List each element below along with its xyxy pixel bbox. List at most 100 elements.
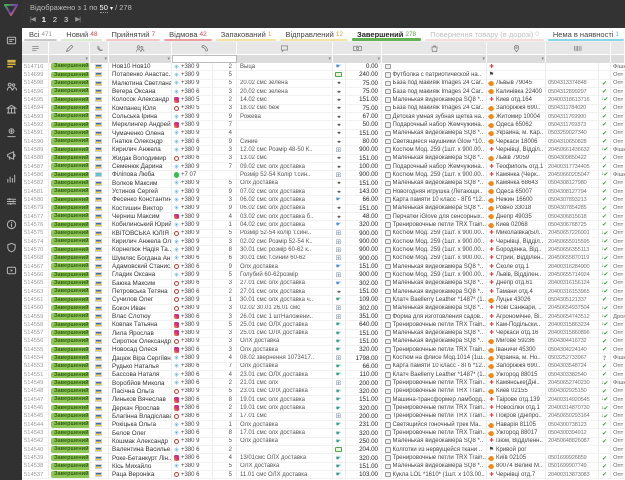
order-row[interactable]: 514587ЗавершенийСеменюк Дарина✳+380 9709…: [22, 163, 625, 171]
status-badge[interactable]: Завершений: [51, 288, 90, 295]
ttn-number[interactable]: 0504300738123: [546, 421, 599, 428]
ttn-number[interactable]: 20400318613716: [546, 96, 599, 103]
ttn-number[interactable]: [546, 446, 599, 453]
order-row[interactable]: 514582ЗавершенийВолков Максим✳+380 95Олх…: [22, 180, 625, 188]
order-id[interactable]: 514592: [22, 121, 49, 128]
client-name[interactable]: Гнатюк Олексндр: [109, 138, 172, 145]
status-badge[interactable]: Завершений: [51, 430, 90, 437]
ttn-number[interactable]: 20400314920545: [546, 396, 599, 403]
order-row[interactable]: 514563ЗавершенийПетровська Тетяна+380 62…: [22, 288, 625, 296]
column-filter-channel-icon[interactable]: ▾: [90, 55, 109, 63]
ttn-number[interactable]: 0504304416732: [546, 338, 599, 345]
order-id[interactable]: 514581: [22, 188, 49, 195]
status-badge[interactable]: Завершений: [51, 113, 90, 120]
order-id[interactable]: 514568: [22, 255, 49, 262]
order-id[interactable]: 514716: [22, 63, 49, 70]
order-id[interactable]: 514546: [22, 404, 49, 411]
order-id[interactable]: 514539: [22, 454, 49, 461]
order-row[interactable]: 514560ЗавершенийБокоч Иван+380 9302.02 3…: [22, 305, 625, 313]
order-id[interactable]: 514575: [22, 230, 49, 237]
client-phone[interactable]: +380 6: [181, 372, 200, 378]
column-header-id-icon[interactable]: [22, 42, 49, 54]
status-badge[interactable]: Завершений: [51, 338, 90, 345]
client-name[interactable]: Філіпова Люба: [109, 171, 172, 178]
first-page-icon[interactable]: |◀: [30, 15, 35, 23]
client-phone[interactable]: +380 9: [181, 422, 200, 428]
order-id[interactable]: 514589: [22, 146, 49, 153]
order-id[interactable]: 514543: [22, 429, 49, 436]
ttn-number[interactable]: 0504304224140: [546, 346, 599, 353]
order-row[interactable]: 514591ЗавершенийЧумаченко Олена✳+380 94◂…: [22, 130, 625, 138]
order-id[interactable]: 514588: [22, 155, 49, 162]
client-phone[interactable]: +380 9: [181, 297, 200, 303]
order-id[interactable]: 514558: [22, 321, 49, 328]
client-phone[interactable]: +380 6: [181, 447, 200, 453]
column-filter-money-icon[interactable]: ▾: [333, 55, 382, 63]
order-row[interactable]: 514557ЗавершенийЛила Ярослав+380 9325.01…: [22, 330, 625, 338]
order-row[interactable]: 514588ЗавершенийЖидак Володимир+380 6313…: [22, 155, 625, 163]
client-name[interactable]: Бокоч Иван: [109, 305, 172, 312]
client-phone[interactable]: +380 6: [181, 89, 200, 95]
ttn-number[interactable]: 20400316284900: [546, 263, 599, 270]
sidebar-orders-icon[interactable]: [0, 52, 22, 75]
client-phone[interactable]: +380 9: [181, 388, 200, 394]
order-id[interactable]: 514576: [22, 221, 49, 228]
ttn-number[interactable]: 0504311769900: [546, 113, 599, 120]
order-id[interactable]: 514582: [22, 180, 49, 187]
ttn-number[interactable]: 20450655714924: [546, 271, 599, 278]
ttn-number[interactable]: 0504306815618: [546, 213, 599, 220]
client-name[interactable]: Шумляс Богдана Ан..: [109, 255, 172, 262]
ttn-number[interactable]: 0503259027340: [546, 130, 599, 137]
client-name[interactable]: Чумаченко Олена: [109, 130, 172, 137]
client-name[interactable]: Деркач Ярослав: [109, 404, 172, 411]
client-name[interactable]: Роке-Бетанкурт Лін..: [109, 454, 172, 461]
order-id[interactable]: 514545: [22, 413, 49, 420]
order-row[interactable]: 514598ЗавершенийМалютина Светлана✳+380 9…: [22, 80, 625, 88]
client-phone[interactable]: +380 9: [181, 214, 200, 220]
status-badge[interactable]: Завершений: [51, 147, 90, 154]
column-filter-ttn-icon[interactable]: [546, 55, 611, 63]
client-phone[interactable]: +380 9: [181, 438, 200, 444]
order-id[interactable]: 514565: [22, 280, 49, 287]
column-filter-people-icon[interactable]: ▾: [109, 55, 172, 63]
order-id[interactable]: 514593: [22, 113, 49, 120]
status-badge[interactable]: Завершений: [51, 388, 90, 395]
client-name[interactable]: Кирилич Анжела: [109, 146, 172, 153]
client-phone[interactable]: +380 6: [181, 455, 200, 461]
column-header-money-icon[interactable]: [333, 42, 382, 54]
ttn-number[interactable]: 20450656355113: [546, 246, 599, 253]
order-id[interactable]: 514566: [22, 271, 49, 278]
status-badge[interactable]: Завершений: [51, 188, 90, 195]
status-badge[interactable]: Завершений: [51, 413, 90, 420]
ttn-number[interactable]: 20400317734405: [546, 163, 599, 170]
order-row[interactable]: 514579ЗавершенийКостишин Виктор✳+380 990…: [22, 205, 625, 213]
tab-Прийнятий[interactable]: Прийнятий7: [104, 28, 162, 41]
client-name[interactable]: Баюка Максим: [109, 280, 172, 287]
ttn-number[interactable]: 0504313374848: [546, 80, 599, 87]
status-badge[interactable]: Завершений: [51, 363, 90, 370]
ttn-number[interactable]: 20400316153965: [546, 288, 599, 295]
order-id[interactable]: 514544: [22, 421, 49, 428]
client-phone[interactable]: +380 9: [181, 114, 200, 120]
order-id[interactable]: 514549: [22, 379, 49, 386]
order-row[interactable]: 514568ЗавершенийШумляс Богдана Ан..✳+380…: [22, 255, 625, 263]
client-phone[interactable]: +380 5: [181, 97, 200, 103]
order-row[interactable]: 514556ЗавершенийСиротюк Олександр+380 93…: [22, 338, 625, 346]
client-name[interactable]: Кобилинський Юрий: [109, 221, 172, 228]
ttn-number[interactable]: 20450657226001: [546, 230, 599, 237]
status-badge[interactable]: Завершений: [51, 455, 90, 462]
order-id[interactable]: 514537: [22, 471, 49, 478]
client-phone[interactable]: +380 6: [181, 314, 200, 320]
client-phone[interactable]: +380 6: [181, 289, 200, 295]
status-badge[interactable]: Завершений: [51, 230, 90, 237]
ttn-number[interactable]: 0504312899297: [546, 88, 599, 95]
tab-Запакований[interactable]: Запакований1: [214, 28, 279, 41]
tab-Відмова[interactable]: Відмова42: [162, 28, 214, 41]
page-button-1[interactable]: 1: [42, 15, 46, 24]
column-filter-product-icon[interactable]: ▾: [382, 55, 487, 63]
order-id[interactable]: 514590: [22, 138, 49, 145]
status-badge[interactable]: Завершений: [51, 280, 90, 287]
client-name[interactable]: Адамовский Станис..: [109, 263, 172, 270]
sidebar-dashboard-icon[interactable]: [0, 29, 22, 52]
client-phone[interactable]: +380 9: [181, 239, 200, 245]
